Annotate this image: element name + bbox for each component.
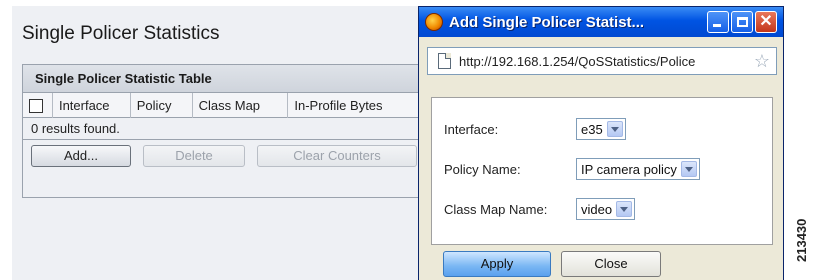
firefox-icon [425,13,443,31]
apply-button[interactable]: Apply [443,251,551,277]
policy-name-value: IP camera policy [581,161,677,177]
maximize-button[interactable] [731,11,753,33]
background-page: Single Policer Statistics Single Policer… [12,6,430,280]
column-header-interface[interactable]: Interface [53,92,131,118]
bookmark-star-icon[interactable]: ☆ [754,51,770,71]
column-header-in-profile-bytes[interactable]: In-Profile Bytes [288,93,430,118]
table-header-row: Interface Policy Class Map In-Profile By… [23,92,430,118]
popup-window-title: Add Single Policer Statist... [449,13,645,31]
address-bar[interactable]: http://192.168.1.254/QoSStatistics/Polic… [427,47,777,75]
chevron-down-icon[interactable] [606,121,623,137]
select-all-checkbox[interactable] [29,99,43,114]
interface-label: Interface: [444,121,499,137]
interface-select[interactable]: e35 [576,118,626,140]
table-button-row: Add... Delete Clear Counters [23,140,430,172]
address-url: http://192.168.1.254/QoSStatistics/Polic… [459,53,696,69]
interface-value: e35 [581,121,603,137]
close-icon: ✕ [759,13,773,30]
class-map-name-value: video [581,201,613,217]
column-header-class-map[interactable]: Class Map [193,92,289,118]
select-all-cell [23,92,53,118]
close-window-button[interactable]: ✕ [755,11,777,33]
results-status: 0 results found. [23,118,430,140]
delete-button[interactable]: Delete [143,145,245,167]
minimize-button[interactable] [707,11,729,33]
interface-row: Interface: e35 [444,118,626,140]
chevron-down-icon[interactable] [680,161,697,177]
add-policer-popup-window: Add Single Policer Statist... ✕ http://1… [418,6,784,280]
table-title: Single Policer Statistic Table [23,65,430,93]
column-header-policy[interactable]: Policy [131,92,193,118]
popup-titlebar[interactable]: Add Single Policer Statist... ✕ [419,7,783,37]
statistics-table: Single Policer Statistic Table Interface… [22,64,430,198]
page-icon [438,53,451,69]
policy-name-label: Policy Name: [444,161,521,177]
class-map-name-label: Class Map Name: [444,201,548,217]
class-map-name-select[interactable]: video [576,198,636,220]
policy-name-select[interactable]: IP camera policy [576,158,700,180]
chevron-down-icon[interactable] [616,201,633,217]
window-controls: ✕ [707,11,777,33]
policer-form: Interface: e35 Policy Name: IP camera po… [431,97,773,245]
policy-name-row: Policy Name: IP camera policy [444,158,700,180]
figure-id: 213430 [794,218,809,262]
page-title: Single Policer Statistics [22,23,220,44]
close-button[interactable]: Close [561,251,661,277]
minimize-icon [713,24,721,27]
maximize-icon [737,17,748,27]
clear-counters-button[interactable]: Clear Counters [257,145,417,167]
class-map-name-row: Class Map Name: video [444,198,636,220]
add-button[interactable]: Add... [31,145,131,167]
